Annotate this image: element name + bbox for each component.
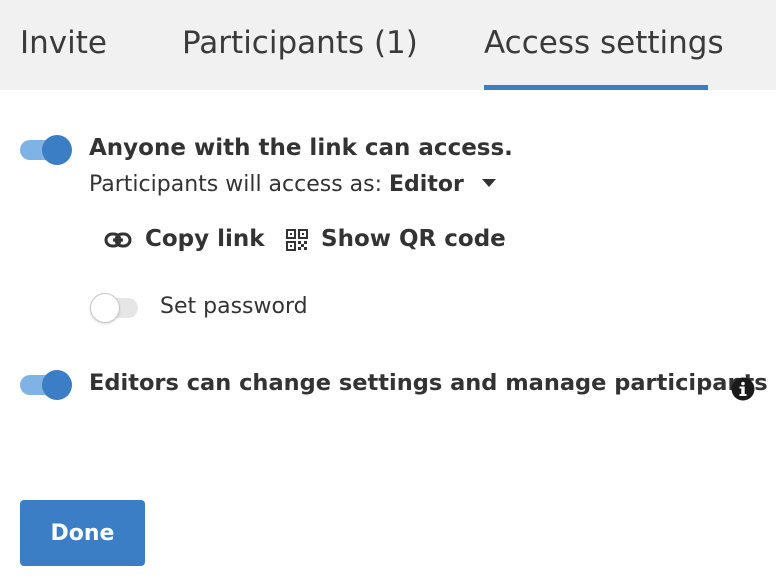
- access-role-dropdown[interactable]: Editor: [389, 172, 464, 197]
- show-qr-code-button[interactable]: Show QR code: [286, 226, 506, 254]
- done-button[interactable]: Done: [20, 500, 145, 566]
- tab-access-settings[interactable]: Access settings: [484, 0, 724, 90]
- editors-manage-toggle[interactable]: [20, 370, 72, 400]
- link-access-toggle[interactable]: [20, 135, 72, 165]
- active-tab-indicator: [484, 85, 708, 90]
- access-role-line: Participants will access as: Editor: [89, 172, 496, 197]
- set-password-toggle[interactable]: [90, 293, 140, 323]
- toggle-knob: [90, 293, 120, 323]
- access-role-prefix: Participants will access as:: [89, 172, 383, 197]
- info-icon[interactable]: [731, 377, 755, 401]
- toggle-knob: [42, 370, 72, 400]
- toggle-knob: [42, 135, 72, 165]
- show-qr-code-label: Show QR code: [321, 226, 506, 252]
- qr-code-icon: [286, 229, 308, 251]
- tab-participants[interactable]: Participants (1): [182, 0, 418, 90]
- link-access-label: Anyone with the link can access.: [89, 135, 513, 161]
- link-icon: [104, 232, 132, 248]
- caret-down-icon[interactable]: [481, 179, 496, 187]
- access-settings-dialog: Invite Participants (1) Access settings …: [0, 0, 776, 584]
- copy-link-label: Copy link: [145, 226, 265, 252]
- tab-invite[interactable]: Invite: [20, 0, 107, 90]
- tab-bar: Invite Participants (1) Access settings: [0, 0, 776, 90]
- editors-manage-label: Editors can change settings and manage p…: [89, 370, 768, 396]
- copy-link-button[interactable]: Copy link: [104, 226, 265, 254]
- set-password-label: Set password: [160, 294, 308, 319]
